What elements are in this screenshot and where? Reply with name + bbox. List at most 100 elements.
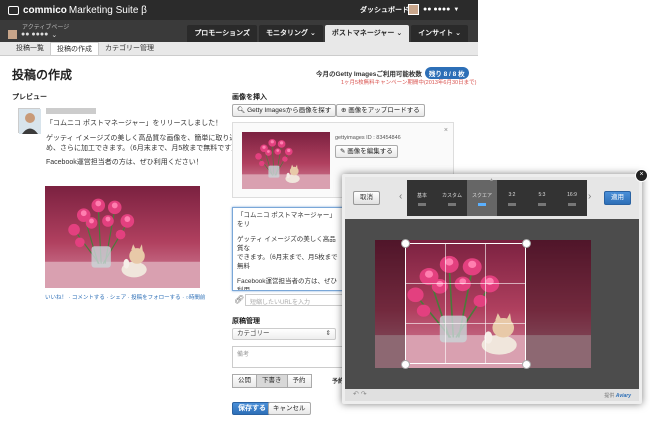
crop-selection[interactable] [405,243,526,364]
preview-actions[interactable]: いいね！ · コメントする · シェア · 投稿をフォローする · ○時間前 [45,293,205,301]
url-input[interactable]: 短縮したいURLを入力 [245,294,345,306]
powered-by: 提供 Aviary [604,392,631,399]
tab-category-manage[interactable]: カテゴリー管理 [99,42,160,55]
ratio-3-2[interactable]: 3:2 [497,180,527,216]
post-text-input[interactable]: 「コムニコ ポストマネージャー」をリ ゲッティ イメージズの美しく高品質な でき… [232,207,346,291]
tab-create-post[interactable]: 投稿の作成 [50,42,99,55]
editor-toolbar: 取消 ‹ 基本 カスタム スクエア 3:2 5:3 16:9 ▲ › 適用 [345,177,639,219]
account-name: ●● ●●●● [21,31,49,38]
crop-mask [375,240,405,368]
editor-footer: ↶ ↷ 提供 Aviary [345,389,639,401]
editor-apply-button[interactable]: 適用 [604,191,631,205]
page-title: 投稿の作成 [12,68,73,82]
category-select[interactable]: カテゴリー ⇕ [232,328,336,340]
crop-grid-line [445,244,447,363]
category-select-value: カテゴリー [237,330,270,337]
search-icon: 🔍︎ [237,107,246,114]
top-bar: commico Marketing Suite β ダッシュボード ●● ●●●… [0,0,478,20]
user-name: ●● ●●●● [423,6,451,13]
brand-suffix: Marketing Suite β [68,4,147,16]
cancel-button[interactable]: キャンセル [268,402,311,415]
campaign-notice: 1ヶ月5枚無料キャンペーン期間中(2013年6月30日まで) [341,80,477,86]
editor-cancel-button[interactable]: 取消 [353,191,380,205]
crop-handle-bottom-right[interactable] [522,360,531,369]
ratio-custom[interactable]: カスタム [437,180,467,216]
upload-image-label: 画像をアップロードする [348,107,420,114]
compose-line: できます。（6月末まで、月5枚まで無料 [237,254,338,270]
chevron-right-icon[interactable]: › [588,191,591,202]
preview-text-line: ゲッティ イメージズの美しく高品質な画像を、簡単に取り込 [46,135,237,142]
edit-image-label: 画像を編集する [347,148,393,155]
crop-grid-line [406,322,525,324]
image-editor-dialog: 取消 ‹ 基本 カスタム スクエア 3:2 5:3 16:9 ▲ › 適用 × … [342,169,648,404]
preview-image [45,186,200,288]
avatar [408,4,419,15]
preview-heading: プレビュー [12,94,47,101]
note-input[interactable]: 備考 [232,346,346,368]
upload-image-button[interactable]: ⊕ 画像をアップロードする [336,104,425,117]
main-nav: プロモーションズ モニタリング ⌄ ポストマネージャー ⌄ インサイト ⌄ [187,25,468,42]
insert-image-heading: 画像を挿入 [232,94,267,101]
upload-icon: ⊕ [341,107,347,114]
crop-grid-line [484,244,486,363]
crop-handle-top-left[interactable] [401,239,410,248]
crop-ratio-selector: 基本 カスタム スクエア 3:2 5:3 16:9 [407,180,587,216]
grip-icon[interactable]: ▲ [489,177,494,183]
ratio-16-9[interactable]: 16:9 [557,180,587,216]
nav-insight[interactable]: インサイト ⌄ [411,25,468,42]
tab-post-list[interactable]: 投稿一覧 [10,42,50,55]
user-menu[interactable]: ●● ●●●● ▼ [408,4,459,15]
dashboard-link[interactable]: ダッシュボード [360,5,409,15]
getty-search-button[interactable]: 🔍︎ Getty Imagesから画像を探す [232,104,337,117]
nav-post-manager[interactable]: ポストマネージャー ⌄ [324,25,410,42]
chevron-down-icon: ▼ [453,6,460,13]
brand-logo[interactable]: commico Marketing Suite β [8,5,147,16]
ratio-5-3[interactable]: 5:3 [527,180,557,216]
edit-icon: ✎ [340,148,346,155]
save-button[interactable]: 保存する [232,402,272,415]
status-publish[interactable]: 公開 [232,374,257,388]
ratio-square[interactable]: スクエア [467,180,497,216]
compose-line: ゲッティ イメージズの美しく高品質な [237,236,336,252]
page-avatar [8,30,17,39]
manage-heading: 原稿管理 [232,318,260,325]
preview-page-name [46,108,96,114]
chevron-down-icon: ⇕ [325,330,331,337]
preview-avatar [18,108,41,134]
link-icon: 🔗︎ [234,295,245,304]
aviary-logo: Aviary [615,393,631,399]
crop-canvas[interactable] [375,240,591,368]
edit-image-button[interactable]: ✎ 画像を編集する [335,145,398,158]
getty-quota-label: 今月のGetty Imagesご利用可能枚数 [316,71,422,78]
status-draft[interactable]: 下書き [256,374,288,388]
nav-monitoring[interactable]: モニタリング ⌄ [259,25,323,42]
status-scheduled[interactable]: 予約 [286,374,312,388]
close-icon[interactable]: × [444,127,448,134]
url-shortener: 🔗︎ 短縮したいURLを入力 [232,294,346,306]
account-selector[interactable]: ●● ●●●● ⌄ [8,30,57,39]
compose-line: Facebook運営担当者の方は、ぜひ利用 [237,278,338,291]
crop-grid-line [406,283,525,285]
sub-nav: 投稿一覧 投稿の作成 カテゴリー管理 [0,42,478,56]
preview-text-line: め、さらに加工できます。（6月末まで、月5枚まで無料です） [46,145,239,152]
getty-search-label: Getty Imagesから画像を探す [247,107,332,114]
crop-handle-top-right[interactable] [522,239,531,248]
undo-redo-icon[interactable]: ↶ ↷ [353,390,367,398]
powered-by-label: 提供 [604,393,615,399]
chevron-left-icon[interactable]: ‹ [399,191,402,202]
status-segmented-control: 公開 下書き 予約 [232,374,312,388]
preview-text-line: Facebook運営担当者の方は、ぜひ利用ください！ [46,159,203,166]
nav-promotions[interactable]: プロモーションズ [187,25,258,42]
getty-image-id: gettyimages ID : 83454846 [335,135,401,141]
brand-name: commico [23,4,67,16]
crop-mask [526,240,591,368]
crop-handle-bottom-left[interactable] [401,360,410,369]
preview-text-line: 「コムニコ ポストマネージャー」をリリースしました！ [46,120,223,127]
chevron-down-icon: ⌄ [51,31,58,39]
ratio-original[interactable]: 基本 [407,180,437,216]
page-bar: アクティブページ ●● ●●●● ⌄ プロモーションズ モニタリング ⌄ ポスト… [0,20,478,42]
compose-line: 「コムニコ ポストマネージャー」をリ [237,212,336,228]
inserted-image-thumbnail [242,132,330,189]
close-icon[interactable]: × [635,169,648,182]
speech-bubble-icon [8,5,19,15]
